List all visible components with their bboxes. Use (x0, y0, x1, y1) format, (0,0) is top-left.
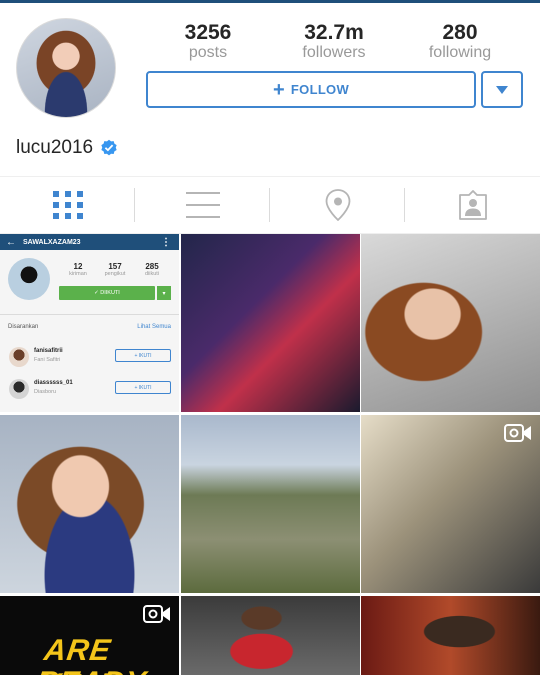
posts-count: 3256 (184, 21, 232, 44)
mini-stat-value: 12 (73, 262, 83, 271)
mini-username: SAWALXAZAM23 (23, 238, 81, 246)
grid-post-5[interactable] (181, 415, 360, 593)
mini-stat-posts: 12 kiriman (62, 262, 94, 277)
grid-post-4[interactable] (0, 415, 179, 593)
mini-stat-label: diikuti (144, 271, 160, 277)
profile-tab-bar (0, 176, 540, 234)
verified-badge-icon (101, 139, 117, 156)
tab-list-view[interactable] (135, 177, 270, 233)
grid-post-7[interactable]: ARE YOU READY (0, 596, 179, 675)
posts-stat[interactable]: 3256 posts (153, 22, 263, 62)
grid-icon (52, 191, 83, 219)
tagged-person-icon (458, 190, 487, 220)
following-label: following (428, 44, 492, 61)
following-stat[interactable]: 280 following (405, 22, 515, 62)
profile-username: lucu2016 (16, 137, 94, 158)
followers-label: followers (302, 44, 366, 61)
profile-avatar[interactable] (16, 18, 116, 118)
mini-see-all-link: Lihat Semua (137, 324, 171, 330)
tab-grid-view[interactable] (0, 177, 135, 233)
mini-suggestion-name: Diasboru (34, 389, 57, 395)
mini-follow-suggestion-button: + IKUTI (115, 381, 171, 394)
mini-header: ← SAWALXAZAM23 ⋮ (0, 234, 179, 250)
chevron-down-icon (496, 85, 508, 94)
grid-post-8[interactable] (181, 596, 360, 675)
posts-label: posts (188, 44, 228, 61)
mini-stat-value: 285 (145, 262, 159, 271)
mini-suggestion-row: diassssss_01 Diasboru + IKUTI (0, 376, 179, 404)
more-options-icon: ⋮ (161, 236, 171, 248)
mini-stat-label: pengikut (104, 271, 126, 277)
follow-button[interactable]: + FOLLOW (146, 71, 476, 108)
mini-suggested-label: Disarankan (8, 324, 39, 330)
mini-follow-suggestion-button: + IKUTI (115, 349, 171, 362)
tab-tagged-view[interactable] (405, 177, 540, 233)
mini-suggestion-username: diassssss_01 (34, 380, 73, 386)
status-bar-edge (0, 0, 540, 3)
grid-post-3[interactable] (361, 234, 540, 412)
grid-post-9[interactable] (361, 596, 540, 675)
back-arrow-icon: ← (6, 236, 16, 248)
following-count: 280 (442, 21, 478, 44)
post-text-line-2: READY (34, 666, 149, 675)
posts-grid: ← SAWALXAZAM23 ⋮ 12 kiriman 157 pengikut… (0, 234, 540, 675)
mini-stat-followers: 157 pengikut (99, 262, 131, 277)
video-camera-icon (143, 605, 170, 623)
mini-stat-label: kiriman (69, 271, 87, 277)
mini-avatar (8, 258, 50, 300)
profile-username-row: lucu2016 (16, 137, 118, 159)
mini-suggestion-row: fanisafitrii Fani Safitri + IKUTI (0, 344, 179, 372)
grid-post-2[interactable] (181, 234, 360, 412)
mini-dropdown-icon: ▾ (157, 286, 171, 300)
mini-divider (0, 314, 179, 315)
grid-post-6[interactable] (361, 415, 540, 593)
mini-suggestion-avatar (9, 379, 29, 399)
suggested-dropdown-button[interactable] (481, 71, 523, 108)
mini-stat-following: 285 diikuti (136, 262, 168, 277)
tab-location-view[interactable] (270, 177, 405, 233)
followers-count: 32.7m (304, 21, 364, 44)
mini-following-button: ✓ DIIKUTI (59, 286, 155, 300)
mini-suggestion-username: fanisafitrii (34, 348, 63, 354)
video-camera-icon (504, 424, 531, 442)
grid-post-1[interactable]: ← SAWALXAZAM23 ⋮ 12 kiriman 157 pengikut… (0, 234, 179, 412)
followers-stat[interactable]: 32.7m followers (279, 22, 389, 62)
mini-suggestion-avatar (9, 347, 29, 367)
mini-stat-value: 157 (108, 262, 122, 271)
mini-suggestion-name: Fani Safitri (34, 357, 61, 363)
list-icon (185, 192, 220, 218)
plus-icon: + (272, 78, 285, 101)
follow-button-label: FOLLOW (290, 82, 350, 97)
location-pin-icon (325, 189, 350, 221)
